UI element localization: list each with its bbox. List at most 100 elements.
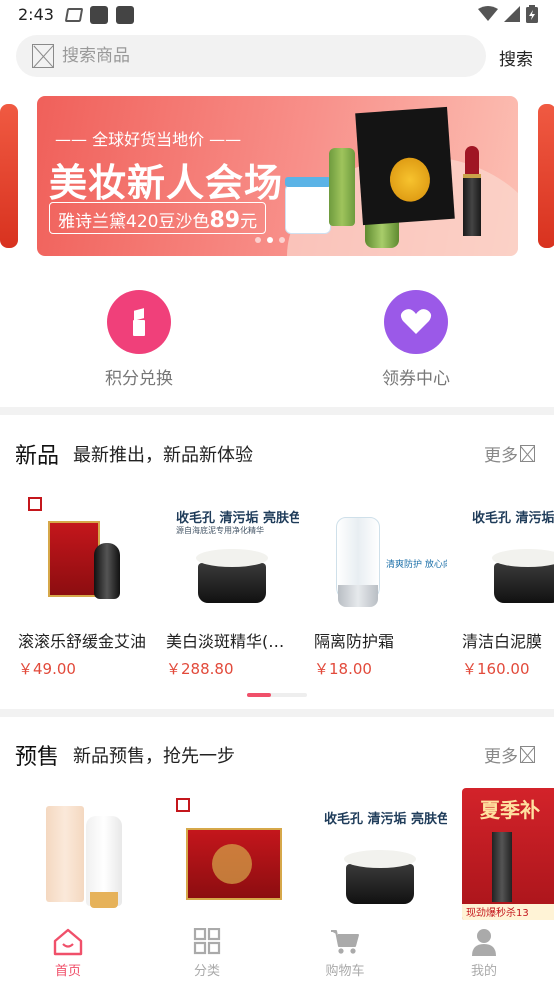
status-bar: 2:43 <box>0 0 554 30</box>
product-lipstick-image <box>463 146 481 236</box>
promo-unit: 元 <box>240 212 258 232</box>
banner-dot <box>279 237 285 243</box>
ad-title: 收毛孔 清污垢 亮肤色 <box>472 511 554 526</box>
notification-icons <box>64 6 134 24</box>
promo-text: 雅诗兰黛420豆沙色 <box>58 212 210 232</box>
ad-text: 清爽防护 放心向 <box>386 560 447 570</box>
product-card[interactable] <box>166 788 299 920</box>
new-products-row[interactable]: 滚滚乐舒缓金艾油 ￥49.00 收毛孔 清污垢 亮肤色 源自海底泥专用净化精华 … <box>18 487 554 687</box>
banner-dots <box>255 237 285 243</box>
ad-title: 夏季补 <box>480 798 540 822</box>
product-price: ￥160.00 <box>462 660 530 678</box>
battery-icon <box>526 5 538 23</box>
banner-promo: 雅诗兰黛420豆沙色89元 <box>49 202 267 234</box>
wifi-icon <box>478 6 498 21</box>
coupon-center-label: 领券中心 <box>382 369 450 389</box>
user-icon <box>469 928 499 956</box>
coupon-center-entry[interactable]: 领券中心 <box>356 286 476 389</box>
notification-app-icon <box>90 6 108 24</box>
product-price: ￥18.00 <box>314 660 372 678</box>
ad-subtitle: 现劲爆秒杀13 <box>462 904 554 920</box>
cart-icon <box>330 928 360 956</box>
new-row-scroll-indicator <box>247 693 307 697</box>
product-card[interactable]: 收毛孔 清污垢 亮肤色 源自海底泥专用净化精华 美白淡斑精华(… ￥288.80 <box>166 487 299 679</box>
search-input[interactable] <box>62 35 482 77</box>
product-image: 夏季补 现劲爆秒杀13 <box>462 788 554 920</box>
quick-entries: 积分兑换 领券中心 <box>0 286 554 396</box>
banner-dot-active <box>267 237 273 243</box>
sim-card-icon <box>64 8 84 22</box>
banner-headline: 美妆新人会场 <box>49 161 284 205</box>
more-arrow-icon <box>520 746 535 763</box>
home-icon <box>53 928 83 956</box>
ad-title: 收毛孔 清污垢 亮肤色 <box>324 812 447 827</box>
tab-category-label: 分类 <box>193 964 220 979</box>
more-arrow-icon <box>520 445 535 462</box>
signal-icon <box>504 6 520 22</box>
product-name: 滚滚乐舒缓金艾油 <box>18 632 147 651</box>
more-label: 更多 <box>484 446 518 466</box>
product-jar-image <box>285 177 331 234</box>
bottom-tab-bar: 首页 分类 购物车 我的 <box>0 920 554 984</box>
tab-home[interactable]: 首页 <box>28 928 108 979</box>
banner-next-peek[interactable] <box>538 104 554 248</box>
product-image <box>166 788 299 920</box>
product-card[interactable]: 滚滚乐舒缓金艾油 ￥49.00 <box>18 487 151 679</box>
ad-title: 收毛孔 清污垢 亮肤色 <box>176 511 299 526</box>
banner-carousel[interactable]: —— 全球好货当地价 —— 美妆新人会场 雅诗兰黛420豆沙色89元 <box>0 96 554 256</box>
presale-products-row[interactable]: 收毛孔 清污垢 亮肤色 夏季补 现劲爆秒杀13 <box>18 788 554 920</box>
product-price: ￥288.80 <box>166 660 234 678</box>
brand-logo-icon <box>176 798 190 812</box>
product-image <box>18 788 151 920</box>
new-section-subtitle: 最新推出，新品新体验 <box>73 445 253 466</box>
presale-section-subtitle: 新品预售，抢先一步 <box>73 746 235 767</box>
product-card[interactable] <box>18 788 151 920</box>
product-bottle-image <box>329 148 355 226</box>
points-exchange-entry[interactable]: 积分兑换 <box>79 286 199 389</box>
points-exchange-label: 积分兑换 <box>105 369 173 389</box>
system-icons <box>478 5 538 23</box>
new-section-title: 新品 <box>15 444 60 469</box>
notification-app-icon <box>116 6 134 24</box>
product-image: 收毛孔 清污垢 亮肤色 <box>462 487 554 620</box>
product-card[interactable]: 收毛孔 清污垢 亮肤色 <box>314 788 447 920</box>
product-card[interactable]: 夏季补 现劲爆秒杀13 <box>462 788 554 920</box>
product-price: ￥49.00 <box>18 660 76 678</box>
tab-cart-label: 购物车 <box>325 964 365 979</box>
search-bar[interactable] <box>16 35 486 77</box>
search-button[interactable]: 搜索 <box>499 45 533 70</box>
product-mask-box-image <box>355 106 455 226</box>
product-image: 收毛孔 清污垢 亮肤色 源自海底泥专用净化精华 <box>166 487 299 620</box>
image-placeholder-icon <box>32 44 54 68</box>
product-name: 清洁白泥膜 <box>462 632 543 651</box>
banner-prev-peek[interactable] <box>0 104 18 248</box>
product-card[interactable]: 收毛孔 清污垢 亮肤色 清洁白泥膜 ￥160.00 <box>462 487 554 679</box>
lipstick-icon <box>107 290 171 354</box>
ad-subtitle: 源自海底泥专用净化精华 <box>176 526 264 535</box>
tab-cart[interactable]: 购物车 <box>305 928 385 979</box>
tab-profile-label: 我的 <box>470 964 497 979</box>
status-time: 2:43 <box>18 5 54 24</box>
app-screen: 2:43 搜索 —— 全球好货当地价 —— 美妆新人会场 雅诗兰黛420豆沙色8… <box>0 0 554 984</box>
tab-category[interactable]: 分类 <box>167 927 247 979</box>
heart-icon <box>384 290 448 354</box>
tab-profile[interactable]: 我的 <box>444 928 524 979</box>
product-image: 清爽防护 放心向 <box>314 487 447 620</box>
promo-price: 89 <box>209 208 241 233</box>
grid-icon <box>192 927 222 956</box>
presale-more-link[interactable]: 更多 <box>484 742 535 767</box>
product-name: 隔离防护霜 <box>314 632 395 651</box>
product-image: 收毛孔 清污垢 亮肤色 <box>314 788 447 920</box>
product-card[interactable]: 清爽防护 放心向 隔离防护霜 ￥18.00 <box>314 487 447 679</box>
product-name: 美白淡斑精华(… <box>166 632 285 651</box>
banner-dot <box>255 237 261 243</box>
brand-logo-icon <box>28 497 42 511</box>
more-label: 更多 <box>484 747 518 767</box>
product-image <box>18 487 151 620</box>
banner-slide[interactable]: —— 全球好货当地价 —— 美妆新人会场 雅诗兰黛420豆沙色89元 <box>37 96 518 256</box>
presale-section-title: 预售 <box>15 745 60 770</box>
section-divider <box>0 709 554 717</box>
banner-tagline: —— 全球好货当地价 —— <box>55 130 242 149</box>
section-divider <box>0 407 554 415</box>
new-more-link[interactable]: 更多 <box>484 441 535 466</box>
